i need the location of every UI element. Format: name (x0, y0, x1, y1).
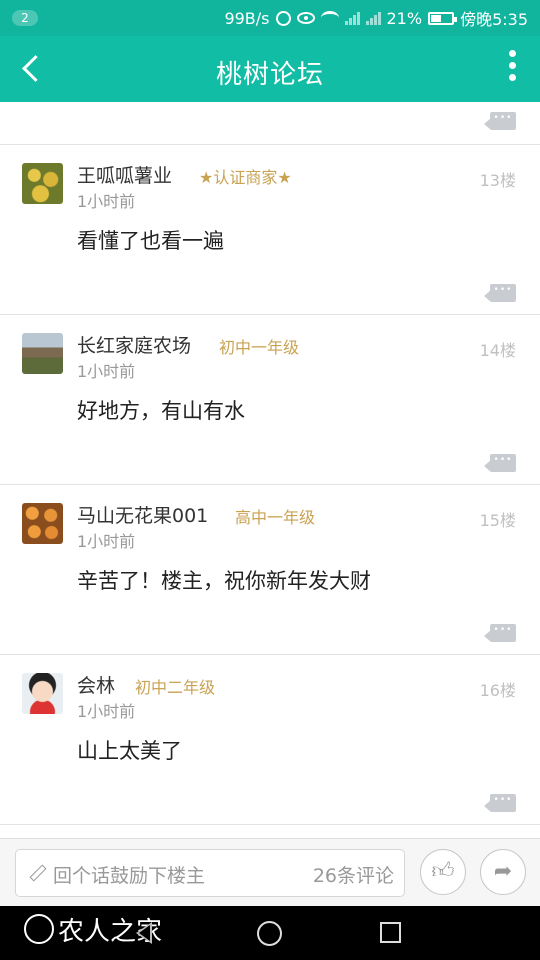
signal-4g-icon (344, 11, 360, 25)
nav-recents-icon[interactable] (380, 922, 401, 943)
floor-number: 13楼 (479, 171, 516, 190)
reply-item (0, 824, 540, 838)
floor-number: 16楼 (479, 681, 516, 700)
reply-item: 会林 初中二年级 1小时前 16楼 山上太美了 (0, 654, 540, 824)
reply-item: 王呱呱薯业 ★认证商家★ 1小时前 13楼 看懂了也看一遍 (0, 144, 540, 314)
status-bar: 2 99B/s 21% 傍晚5:35 (0, 0, 540, 36)
comment-input[interactable]: 回个话鼓励下楼主 26条评论 (15, 849, 405, 897)
post-time: 1小时前 (77, 362, 136, 381)
comment-bar: 回个话鼓励下楼主 26条评论 👍︎ ➦ (0, 838, 540, 906)
battery-percent: 21% (386, 8, 423, 28)
nav-back-icon[interactable] (136, 922, 152, 944)
comment-count[interactable]: 26条评论 (313, 861, 394, 888)
post-time: 1小时前 (77, 192, 136, 211)
post-time: 1小时前 (77, 532, 136, 551)
avatar[interactable] (22, 673, 63, 714)
reply-content: 好地方，有山有水 (77, 399, 245, 423)
data-saver-icon (275, 10, 291, 26)
share-arrow-icon: ➦ (493, 859, 513, 884)
reply-icon[interactable] (484, 112, 516, 130)
username[interactable]: 王呱呱薯业 (77, 161, 172, 188)
wifi-icon (320, 11, 339, 25)
username[interactable]: 会林 (77, 671, 115, 698)
floor-number: 14楼 (479, 341, 516, 360)
header-bar: 桃树论坛 (0, 36, 540, 102)
user-level-badge: 初中一年级 (219, 338, 300, 357)
system-nav-bar: 农人之家 (0, 906, 540, 960)
floor-number: 15楼 (479, 511, 516, 530)
reply-list[interactable]: 王呱呱薯业 ★认证商家★ 1小时前 13楼 看懂了也看一遍 长红家庭农场 初中一… (0, 102, 540, 838)
signal-no-service-icon (365, 11, 381, 25)
reply-content: 山上太美了 (77, 739, 182, 763)
username[interactable]: 马山无花果001 (77, 501, 208, 528)
reply-content: 看懂了也看一遍 (77, 229, 224, 253)
battery-charging-icon (428, 11, 458, 25)
post-time: 1小时前 (77, 702, 136, 721)
user-level-badge: 初中二年级 (135, 678, 216, 697)
reply-item: 马山无花果001 高中一年级 1小时前 15楼 辛苦了！楼主，祝你新年发大财 (0, 484, 540, 654)
clock: 傍晚5:35 (460, 10, 528, 29)
share-button[interactable]: ➦ (480, 849, 526, 895)
reply-icon[interactable] (484, 624, 516, 642)
pencil-icon (28, 864, 46, 882)
avatar[interactable] (22, 503, 63, 544)
nav-home-icon[interactable] (257, 921, 282, 946)
avatar[interactable] (22, 163, 63, 204)
notification-count-badge: 2 (12, 10, 38, 26)
like-button[interactable]: 👍︎ (420, 849, 466, 895)
reply-icon[interactable] (484, 794, 516, 812)
eye-comfort-icon (296, 12, 315, 24)
logo-mark-icon (24, 914, 54, 944)
network-speed: 99B/s (224, 8, 270, 28)
avatar[interactable] (22, 333, 63, 374)
comment-placeholder: 回个话鼓励下楼主 (53, 865, 206, 887)
reply-icon[interactable] (484, 284, 516, 302)
more-options-icon[interactable] (502, 50, 522, 88)
thumbs-up-icon: 👍︎ (431, 859, 455, 884)
reply-content: 辛苦了！楼主，祝你新年发大财 (77, 569, 371, 593)
page-title: 桃树论坛 (215, 60, 324, 90)
username[interactable]: 长红家庭农场 (77, 331, 191, 358)
reply-item: 长红家庭农场 初中一年级 1小时前 14楼 好地方，有山有水 (0, 314, 540, 484)
user-level-badge: 高中一年级 (235, 508, 316, 527)
reply-icon[interactable] (484, 454, 516, 472)
user-level-badge: ★认证商家★ (199, 168, 292, 187)
